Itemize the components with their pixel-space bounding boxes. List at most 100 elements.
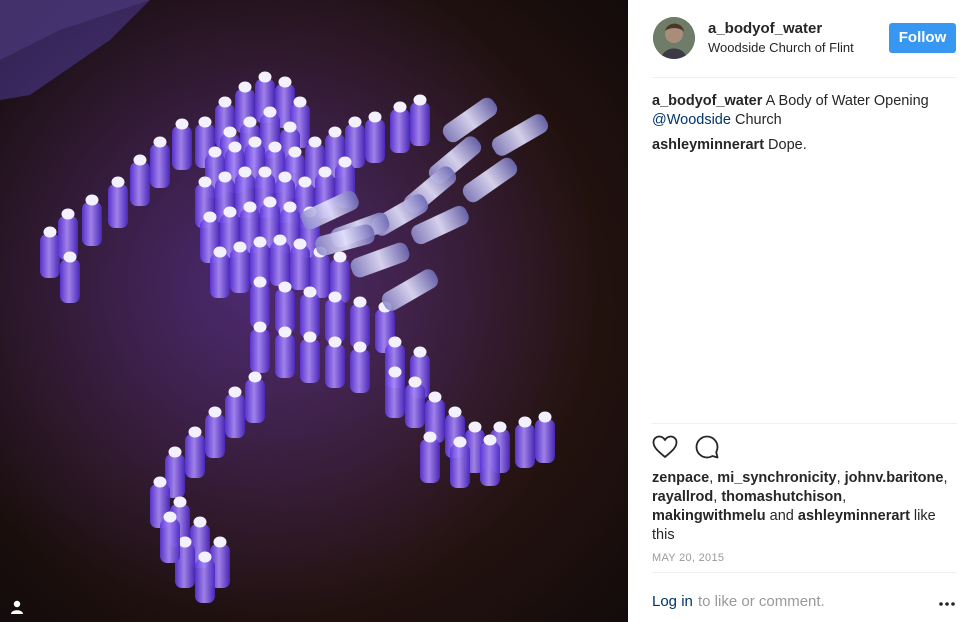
bottle-shape xyxy=(225,394,245,438)
post-location[interactable]: Woodside Church of Flint xyxy=(708,40,854,55)
bottle-cap-shape xyxy=(393,101,407,113)
bottle-cap-shape xyxy=(493,421,507,433)
comment-icon[interactable] xyxy=(695,435,719,459)
bottle-cap-shape xyxy=(238,166,252,178)
bottle-cap-shape xyxy=(453,436,467,448)
bottle-shape xyxy=(350,349,370,393)
post-date[interactable]: MAY 20, 2015 xyxy=(652,552,724,564)
bottle-shape xyxy=(250,329,270,373)
likes-summary: zenpace, mi_synchronicity, johnv.bariton… xyxy=(652,470,948,543)
bottle-cap-shape xyxy=(353,341,367,353)
bottle-cap-shape xyxy=(193,516,207,528)
bottle-cap-shape xyxy=(253,321,267,333)
like-user[interactable]: johnv.baritone xyxy=(845,470,944,486)
post-photo[interactable] xyxy=(0,0,628,622)
comment-list: a_bodyof_water A Body of Water Opening @… xyxy=(652,92,957,161)
bottle-shape xyxy=(450,444,470,488)
bottle-shape xyxy=(130,162,150,206)
bottle-cap-shape xyxy=(223,206,237,218)
like-user[interactable]: makingwithmelu xyxy=(652,508,766,524)
bottle-cap-shape xyxy=(178,536,192,548)
bottle-cap-shape xyxy=(328,291,342,303)
bottle-cap-shape xyxy=(428,391,442,403)
bottle-shape xyxy=(290,246,310,290)
bottle-cap-shape xyxy=(278,281,292,293)
bottle-cap-shape xyxy=(278,326,292,338)
like-user[interactable]: thomashutchison xyxy=(721,489,842,505)
like-user[interactable]: mi_synchronicity xyxy=(717,470,836,486)
caption: a_bodyof_water A Body of Water Opening @… xyxy=(652,92,957,130)
avatar[interactable] xyxy=(653,17,695,59)
bottle-shape xyxy=(300,294,320,338)
bottle-cap-shape xyxy=(248,371,262,383)
bottle-cap-shape xyxy=(283,121,297,133)
bottle-shape xyxy=(195,559,215,603)
caption-text-end: Church xyxy=(730,112,782,128)
post-username[interactable]: a_bodyof_water xyxy=(708,20,822,37)
bottle-shape xyxy=(405,384,425,428)
bottle-shape xyxy=(270,242,290,286)
bottle-shape xyxy=(420,439,440,483)
bottle-cap-shape xyxy=(253,236,267,248)
bottle-cap-shape xyxy=(63,251,77,263)
bottle-cap-shape xyxy=(43,226,57,238)
bottle-cap-shape xyxy=(333,251,347,263)
bottle-shape xyxy=(205,414,225,458)
heart-icon[interactable] xyxy=(652,435,678,459)
caption-mention-link[interactable]: @Woodside xyxy=(652,112,731,128)
caption-username[interactable]: a_bodyof_water xyxy=(652,93,762,109)
bottle-cap-shape xyxy=(308,136,322,148)
bottle-cap-shape xyxy=(298,176,312,188)
bottle-cap-shape xyxy=(413,94,427,106)
bottle-shape xyxy=(480,442,500,486)
bottle-cap-shape xyxy=(218,96,232,108)
bottle-cap-shape xyxy=(253,276,267,288)
bottle-cap-shape xyxy=(293,96,307,108)
bottle-cap-shape xyxy=(288,146,302,158)
bottle-cap-shape xyxy=(278,171,292,183)
bottle-cap-shape xyxy=(348,116,362,128)
bottle-cap-shape xyxy=(258,166,272,178)
bottle-cap-shape xyxy=(268,141,282,153)
post-footer: Log in to like or comment. xyxy=(652,572,957,622)
bottle-cap-shape xyxy=(238,81,252,93)
follow-button[interactable]: Follow xyxy=(889,23,956,53)
bottle-cap-shape xyxy=(223,126,237,138)
list-item: ashleyminnerart Dope. xyxy=(652,136,957,155)
login-link[interactable]: Log in xyxy=(652,593,693,610)
bottle-cap-shape xyxy=(368,111,382,123)
bottle-shape xyxy=(160,519,180,563)
bottle-cap-shape xyxy=(218,171,232,183)
bottle-shape xyxy=(185,434,205,478)
bottle-cap-shape xyxy=(111,176,125,188)
bottle-cap-shape xyxy=(198,551,212,563)
like-user[interactable]: ashleyminnerart xyxy=(798,508,910,524)
more-options-icon[interactable] xyxy=(939,602,955,606)
water-bottles-photo xyxy=(0,0,628,622)
bottle-shape xyxy=(250,284,270,328)
bottle-cap-shape xyxy=(203,211,217,223)
bottle-shape xyxy=(40,234,60,278)
bottle-shape xyxy=(60,259,80,303)
bottle-cap-shape xyxy=(483,434,497,446)
bottle-cap-shape xyxy=(263,106,277,118)
bottle-cap-shape xyxy=(153,136,167,148)
bottle-cap-shape xyxy=(163,511,177,523)
bottle-shape xyxy=(515,424,535,468)
bottle-shape xyxy=(385,374,405,418)
bottle-cap-shape xyxy=(388,336,402,348)
like-user[interactable]: zenpace xyxy=(652,470,709,486)
like-user[interactable]: rayallrod xyxy=(652,489,713,505)
bottle-shape xyxy=(82,202,102,246)
bottle-shape xyxy=(365,119,385,163)
bottle-cap-shape xyxy=(228,141,242,153)
comment-username[interactable]: ashleyminnerart xyxy=(652,137,764,153)
user-tag-icon[interactable] xyxy=(9,599,25,615)
bottle-cap-shape xyxy=(388,366,402,378)
bottle-shape xyxy=(230,249,250,293)
likes-and: and xyxy=(765,508,794,524)
bottle-shape xyxy=(172,126,192,170)
action-bar xyxy=(652,435,772,461)
bottle-shape xyxy=(390,109,410,153)
bottle-cap-shape xyxy=(273,234,287,246)
